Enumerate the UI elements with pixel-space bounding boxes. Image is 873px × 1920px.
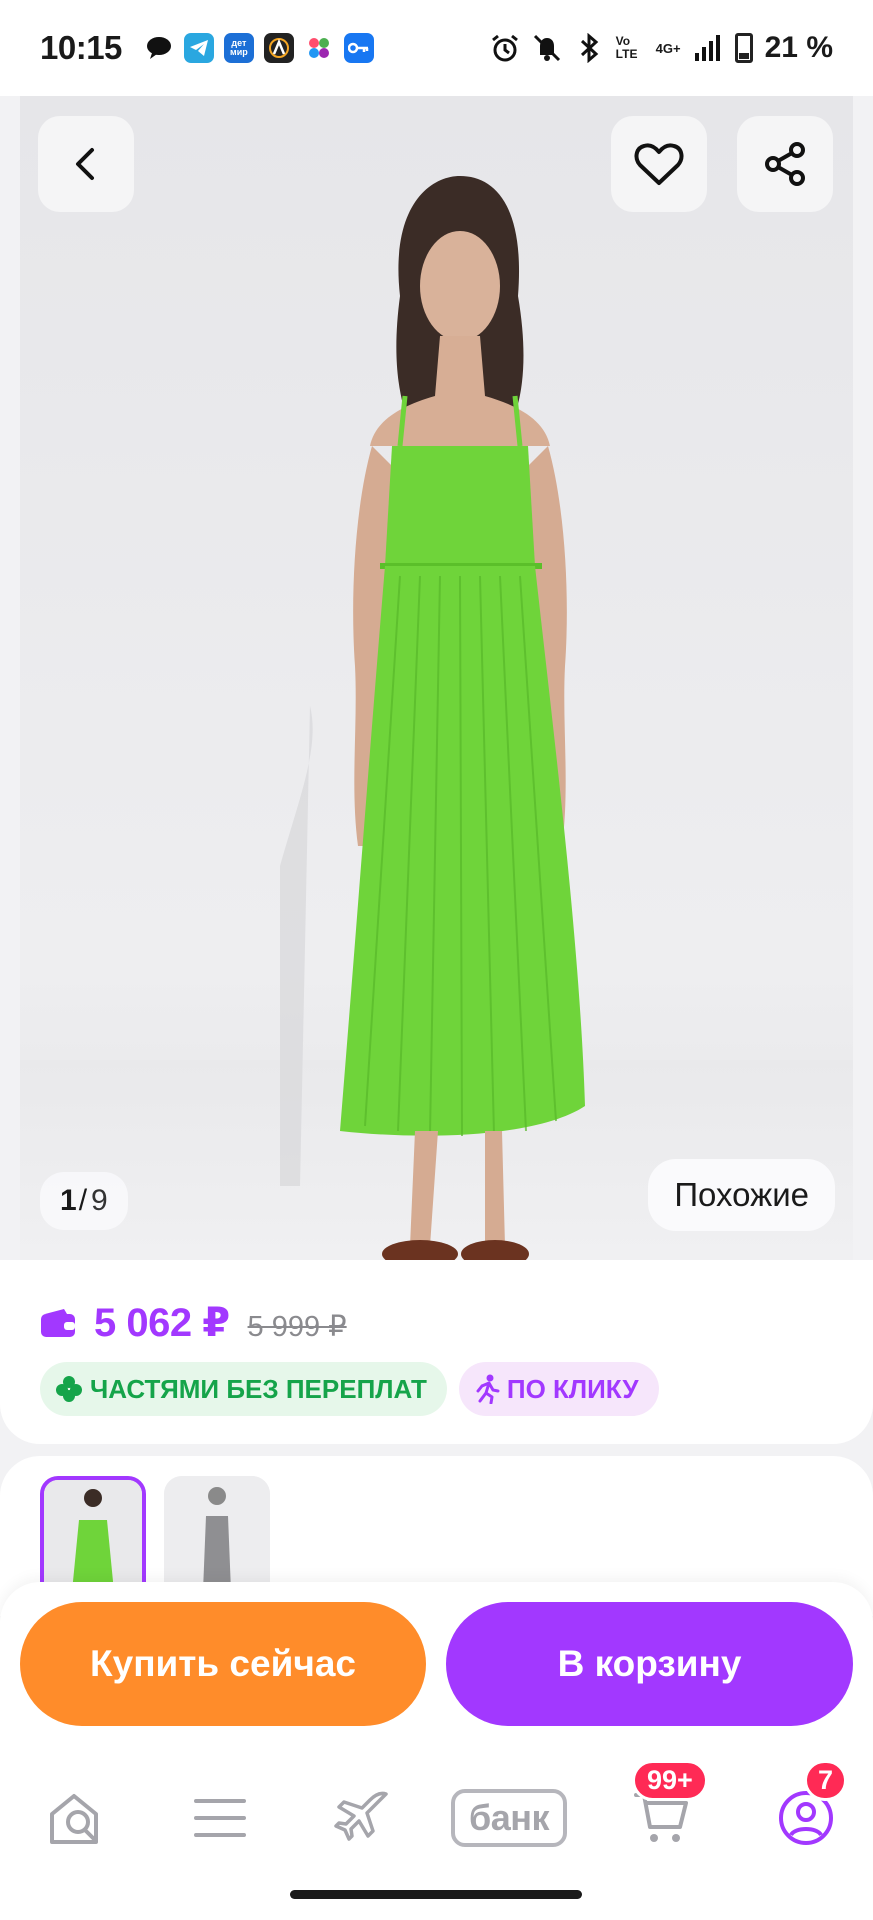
messages-icon: [144, 33, 174, 63]
image-counter: 1 / 9: [40, 1172, 128, 1230]
old-price: 5 999 ₽: [247, 1310, 347, 1343]
one-click-badge[interactable]: ПО КЛИКУ: [458, 1362, 659, 1416]
status-bar: 10:15 дет мир Vo LTE 4G+ 21 %: [0, 0, 873, 96]
telegram-icon: [183, 33, 214, 63]
nav-travel[interactable]: [328, 1782, 400, 1854]
image-index: 1: [60, 1184, 77, 1217]
share-icon: [765, 142, 805, 186]
nav-cart[interactable]: 99+: [626, 1760, 708, 1854]
app-a-icon: [263, 33, 294, 63]
network-type: 4G+: [655, 40, 681, 56]
airplane-icon: [334, 1791, 388, 1841]
one-click-label: ПО КЛИКУ: [506, 1373, 639, 1404]
purchase-action-bar: Купить сейчас В корзину: [0, 1582, 873, 1742]
home-search-icon: [50, 1794, 98, 1844]
notification-icons: дет мир: [144, 33, 374, 63]
cart-count-badge: 99+: [632, 1760, 708, 1801]
share-button[interactable]: [737, 116, 833, 212]
alarm-icon: [490, 33, 520, 63]
mute-icon: [532, 33, 562, 63]
dots-icon: [304, 33, 334, 63]
promo-badges: ЧАСТЯМИ БЕЗ ПЕРЕПЛАТ ПО КЛИКУ: [40, 1362, 659, 1416]
menu-icon: [194, 1799, 246, 1837]
system-status: Vo LTE 4G+ 21 %: [490, 31, 833, 65]
favorite-button[interactable]: [611, 116, 707, 212]
battery-icon: [734, 33, 753, 63]
running-person-icon: [476, 1374, 500, 1404]
clover-icon: [56, 1376, 82, 1402]
battery-percent: 21 %: [764, 31, 833, 64]
current-price: 5 062 ₽: [94, 1301, 230, 1345]
profile-notification-badge: 7: [804, 1760, 848, 1801]
heart-icon: [634, 143, 684, 185]
key-icon: [343, 33, 374, 63]
image-separator: /: [78, 1184, 88, 1217]
product-photo: [280, 176, 585, 1260]
chevron-left-icon: [76, 148, 94, 180]
detmir-icon: дет мир: [223, 33, 254, 63]
bluetooth-icon: [574, 33, 604, 63]
similar-button[interactable]: Похожие: [648, 1159, 835, 1231]
nav-home[interactable]: [40, 1782, 112, 1854]
home-indicator[interactable]: [290, 1890, 582, 1899]
nav-profile[interactable]: 7: [770, 1760, 848, 1854]
add-to-cart-button[interactable]: В корзину: [446, 1602, 853, 1726]
back-button[interactable]: [38, 116, 134, 212]
volte-label: Vo LTE: [615, 34, 638, 61]
price-card: 5 062 ₽ 5 999 ₽ ЧАСТЯМИ БЕЗ ПЕРЕПЛАТ ПО …: [0, 1260, 873, 1444]
nav-catalog[interactable]: [184, 1782, 256, 1854]
status-time: 10:15: [40, 29, 122, 66]
buy-now-button[interactable]: Купить сейчас: [20, 1602, 426, 1726]
nav-bank[interactable]: банк: [447, 1782, 571, 1854]
wallet-icon: [41, 1309, 75, 1337]
bank-label: банк: [450, 1789, 568, 1847]
installments-badge[interactable]: ЧАСТЯМИ БЕЗ ПЕРЕПЛАТ: [40, 1362, 447, 1416]
price-row: 5 062 ₽ 5 999 ₽: [40, 1300, 347, 1346]
image-total: 9: [91, 1184, 108, 1217]
signal-icon: [693, 33, 723, 63]
product-image-gallery[interactable]: 1 / 9 Похожие: [20, 96, 853, 1260]
installments-label: ЧАСТЯМИ БЕЗ ПЕРЕПЛАТ: [90, 1373, 427, 1404]
